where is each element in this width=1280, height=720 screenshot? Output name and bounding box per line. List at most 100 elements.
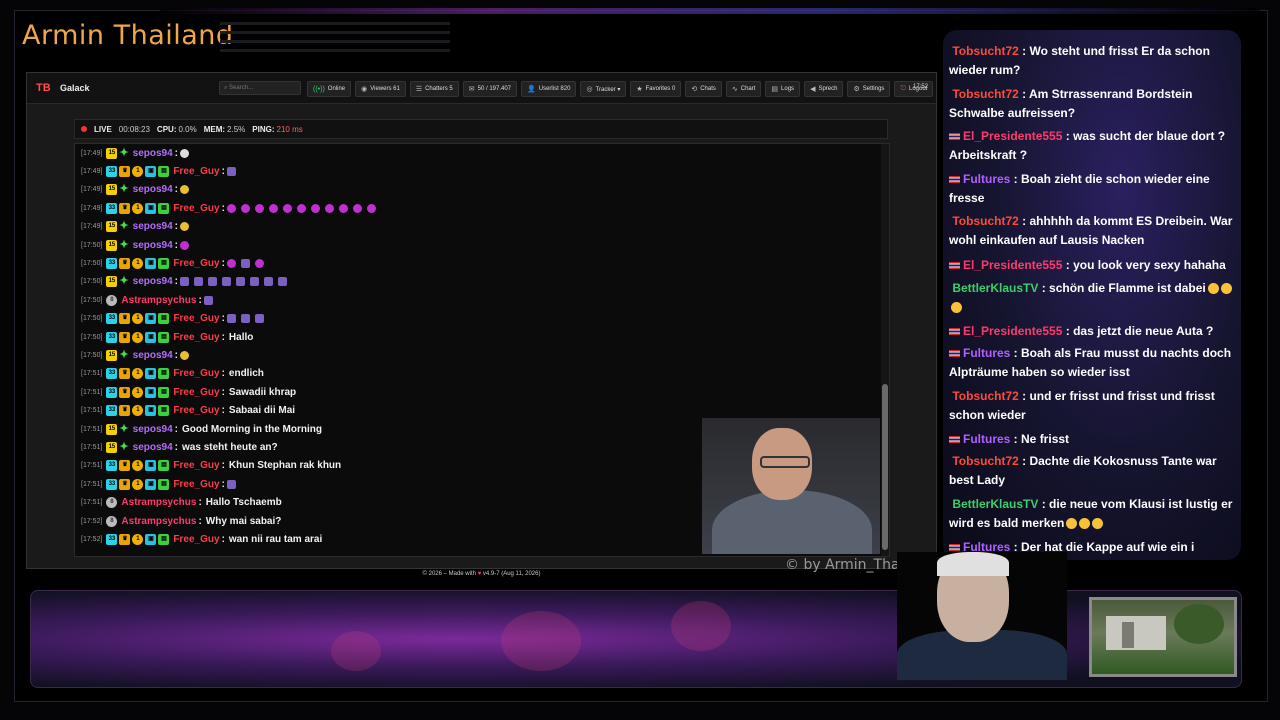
thai-flag-icon — [949, 176, 960, 184]
nav-button-star[interactable]: ★ Favorites 0 — [630, 81, 682, 97]
chat-message[interactable]: [17:50] 15 ✦ sepos94: — [81, 237, 192, 253]
chat-text: Khun Stephan rak khun — [228, 460, 342, 472]
message-timestamp: [17:52] — [81, 517, 103, 525]
overlay-text: das jetzt die neue Auta ? — [1073, 324, 1214, 338]
nav-button-eye[interactable]: ◉ Viewers 61 — [355, 81, 406, 97]
nav-button-speech[interactable]: ◀ Sprech — [804, 81, 844, 97]
chat-message[interactable]: [17:51] 8 Astrampsychus: Hallo Tschaemb — [81, 495, 282, 511]
chat-message[interactable]: [17:50] 15 ✦ sepos94: — [81, 274, 290, 290]
sub-badge-icon: ▤ — [158, 368, 170, 380]
chat-message[interactable]: [17:49] 33 ♛ 1 ▣ ▤ Free_Guy: — [81, 163, 239, 179]
chat-message[interactable]: [17:51] 33 ♛ 1 ▣ ▤ Free_Guy: endlich — [81, 366, 264, 382]
chat-username[interactable]: Free_Guy — [173, 405, 219, 416]
chat-username[interactable]: sepos94 — [133, 240, 173, 251]
chat-text: Sawadii khrap — [228, 386, 297, 398]
emote-icon — [296, 203, 306, 213]
decor-bubble — [331, 631, 381, 671]
cpu-value: 0.0% — [178, 124, 197, 134]
nav-label: Userlist 820 — [538, 86, 571, 92]
nav-button-tracker[interactable]: ◎ Tracker ▾ — [580, 81, 627, 97]
overlay-chat-message: Tobsucht72 : Wo steht und frisst Er da s… — [949, 44, 1210, 77]
overlay-username: Tobsucht72 — [952, 454, 1019, 468]
chat-username[interactable]: sepos94 — [133, 221, 173, 232]
separator: : — [198, 294, 202, 306]
chat-text: Hallo — [228, 331, 254, 343]
chat-username[interactable]: sepos94 — [133, 148, 173, 159]
chat-username[interactable]: Free_Guy — [173, 368, 219, 379]
thai-flag-icon — [949, 328, 960, 336]
search-input[interactable]: ⌕ Search... — [219, 81, 301, 95]
chat-username[interactable]: sepos94 — [133, 350, 173, 361]
chat-message[interactable]: [17:50] 15 ✦ sepos94: — [81, 347, 192, 363]
chat-message[interactable]: [17:50] 33 ♛ 1 ▣ ▤ Free_Guy: — [81, 311, 267, 327]
message-timestamp: [17:49] — [81, 223, 103, 231]
message-timestamp: [17:49] — [81, 186, 103, 194]
star-badge-icon: ✦ — [119, 422, 129, 435]
nav-button-chats[interactable]: ⟲ Chats — [685, 81, 722, 97]
chat-username[interactable]: Free_Guy — [173, 460, 219, 471]
chat-username[interactable]: sepos94 — [133, 424, 173, 435]
chat-username[interactable]: Astrampsychus — [121, 497, 196, 508]
nav-button-logs[interactable]: ▤ Logs — [765, 81, 801, 97]
chat-message[interactable]: [17:49] 15 ✦ sepos94: — [81, 145, 192, 161]
chat-message[interactable]: [17:50] 33 ♛ 1 ▣ ▤ Free_Guy: Hallo — [81, 329, 253, 345]
scrollbar[interactable] — [881, 144, 889, 556]
crown-badge-icon: ♛ — [119, 478, 131, 490]
emote-icon — [324, 203, 334, 213]
star-icon: ★ — [636, 86, 643, 93]
message-timestamp: [17:50] — [81, 315, 103, 323]
chat-message[interactable]: [17:52] 33 ♛ 1 ▣ ▤ Free_Guy: wan nii rau tam ar… — [81, 531, 322, 547]
chat-username[interactable]: Astrampsychus — [121, 295, 196, 306]
nav-button-gear[interactable]: ⚙ Settings — [847, 81, 891, 97]
chat-text: Why mai sabai? — [205, 515, 282, 527]
chat-username[interactable]: Free_Guy — [173, 313, 219, 324]
gift-badge-icon: ▣ — [145, 368, 157, 380]
chat-message[interactable]: [17:51] 15 ✦ sepos94: was steht heute an? — [81, 439, 278, 455]
overlay-chat-message: BettlerKlausTV : schön die Flamme ist da… — [949, 279, 1237, 317]
overlay-username: El_Presidente555 — [963, 258, 1063, 272]
chat-username[interactable]: Free_Guy — [173, 387, 219, 398]
chat-message[interactable]: [17:51] 33 ♛ 1 ▣ ▤ Free_Guy: — [81, 476, 239, 492]
chat-username[interactable]: Free_Guy — [173, 479, 219, 490]
chat-username[interactable]: Free_Guy — [173, 534, 219, 545]
coin-badge-icon: 1 — [132, 478, 144, 490]
chat-username[interactable]: Free_Guy — [173, 166, 219, 177]
chat-message[interactable]: [17:50] 33 ♛ 1 ▣ ▤ Free_Guy: — [81, 255, 267, 271]
star-badge-icon: ✦ — [119, 183, 129, 196]
chat-message[interactable]: [17:51] 33 ♛ 1 ▣ ▤ Free_Guy: Sawadii khrap — [81, 384, 296, 400]
nav-button-message[interactable]: ✉ 50 / 197.407 — [462, 81, 518, 97]
nav-label: Online — [327, 86, 346, 92]
chat-message[interactable]: [17:49] 15 ✦ sepos94: — [81, 182, 192, 198]
chat-username[interactable]: Astrampsychus — [121, 516, 196, 527]
nav-button-chart[interactable]: ∿ Chart — [725, 81, 762, 97]
chat-username[interactable]: sepos94 — [133, 276, 173, 287]
overlay-username: Fultures — [963, 432, 1011, 446]
emote-icon — [240, 203, 250, 213]
app-logo[interactable]: TB — [36, 82, 51, 94]
nav-button-chatters[interactable]: ☰ Chatters 5 — [409, 81, 459, 97]
emote-icon — [208, 277, 218, 287]
top-nav: ((•)) Online ◉ Viewers 61 ☰ Chatters 5 ✉ 50 / 1… — [307, 81, 934, 97]
chat-username[interactable]: Free_Guy — [173, 203, 219, 214]
garden-door — [1122, 622, 1134, 648]
chat-username[interactable]: Free_Guy — [173, 258, 219, 269]
user-icon: 👤 — [527, 86, 536, 93]
chat-message[interactable]: [17:49] 15 ✦ sepos94: — [81, 219, 192, 235]
chat-message[interactable]: [17:51] 33 ♛ 1 ▣ ▤ Free_Guy: Khun Stephan rak k… — [81, 458, 341, 474]
chat-message[interactable]: [17:51] 33 ♛ 1 ▣ ▤ Free_Guy: Sabaai dii Mai — [81, 403, 295, 419]
chat-username[interactable]: sepos94 — [133, 442, 173, 453]
chat-username[interactable]: sepos94 — [133, 184, 173, 195]
chat-message[interactable]: [17:51] 15 ✦ sepos94: Good Morning in the Mo… — [81, 421, 322, 437]
overlay-chat-message: Fultures : Boah als Frau musst du nachts… — [949, 346, 1232, 379]
message-timestamp: [17:49] — [81, 167, 103, 175]
chat-username[interactable]: Free_Guy — [173, 332, 219, 343]
emote-icon — [180, 185, 190, 195]
nav-button-user[interactable]: 👤 Userlist 820 — [521, 81, 577, 97]
chat-message[interactable]: [17:50] 8 Astrampsychus: — [81, 292, 216, 308]
chat-message[interactable]: [17:52] 8 Astrampsychus: Why mai sabai? — [81, 513, 281, 529]
chat-message[interactable]: [17:49] 33 ♛ 1 ▣ ▤ Free_Guy: — [81, 200, 379, 216]
level-badge: 8 — [106, 497, 118, 509]
scrollbar-thumb[interactable] — [882, 384, 888, 550]
nav-button-online[interactable]: ((•)) Online — [307, 81, 352, 97]
separator: : — [174, 221, 179, 233]
